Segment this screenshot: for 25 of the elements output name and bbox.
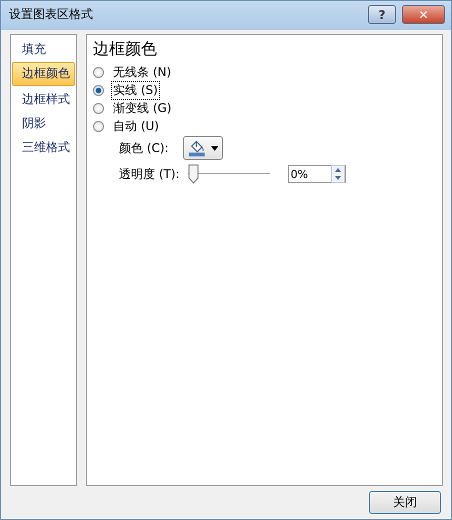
window-title: 设置图表区格式 — [9, 6, 93, 24]
radio-button[interactable] — [93, 120, 104, 132]
sidebar-item[interactable]: 边框颜色 — [12, 62, 75, 86]
option-label: 自动 (U) — [112, 118, 160, 135]
color-picker-button[interactable] — [183, 136, 223, 160]
sidebar-item[interactable]: 阴影 — [12, 112, 75, 134]
paint-bucket-icon — [188, 139, 207, 158]
help-button[interactable]: ? — [368, 5, 396, 24]
transparency-label: 透明度 (T): — [119, 166, 180, 183]
option-label: 实线 (S) — [111, 80, 160, 100]
radio-button[interactable] — [93, 66, 104, 78]
sidebar-item[interactable]: 三维格式 — [12, 136, 75, 158]
sidebar-item[interactable]: 填充 — [12, 38, 75, 60]
close-dialog-button[interactable]: 关闭 — [369, 491, 441, 514]
dropdown-arrow-icon — [210, 146, 218, 151]
option-label: 渐变线 (G) — [112, 100, 172, 117]
sidebar-item[interactable]: 边框样式 — [12, 88, 75, 110]
radio-button[interactable] — [93, 84, 104, 96]
slider-thumb[interactable] — [188, 164, 199, 184]
transparency-field[interactable]: 0% — [288, 165, 346, 184]
section-heading: 边框颜色 — [93, 39, 158, 60]
spinner-arrows-icon[interactable] — [330, 165, 345, 184]
option-label: 无线条 (N) — [112, 64, 172, 81]
radio-button[interactable] — [93, 102, 104, 114]
color-label: 颜色 (C): — [119, 140, 170, 157]
